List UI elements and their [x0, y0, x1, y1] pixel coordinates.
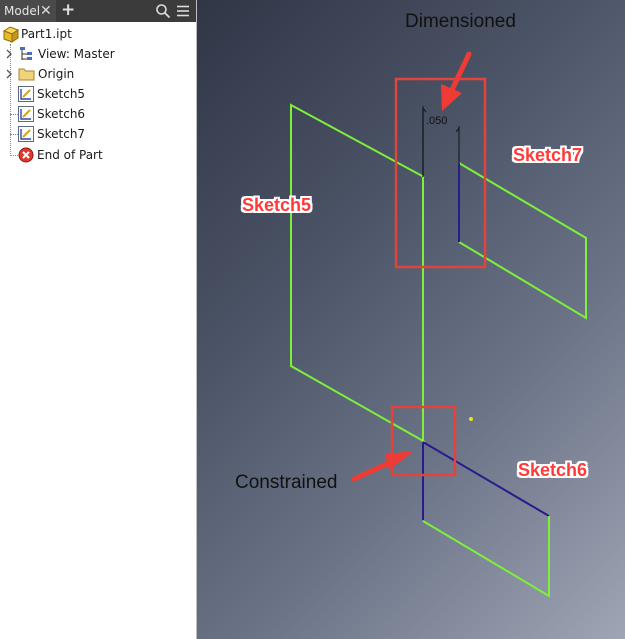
tree-item-sketch5[interactable]: Sketch5 — [0, 84, 196, 104]
search-icon[interactable] — [155, 3, 171, 19]
view-icon — [20, 47, 32, 60]
dimensioned-highlight-box — [394, 77, 487, 269]
sketch-icon — [18, 106, 34, 122]
sketch-icon — [18, 126, 34, 142]
tree-item-view-master[interactable]: View: Master — [0, 44, 196, 64]
close-icon[interactable]: ✕ — [40, 3, 52, 19]
sketch-geometry — [290, 51, 587, 598]
hamburger-menu-icon[interactable] — [176, 4, 190, 18]
tree-item-label: Sketch6 — [37, 107, 86, 121]
tree-item-label: End of Part — [37, 148, 103, 162]
graphics-viewport[interactable]: .050 Dimensioned Constrained Sketch5 Ske… — [197, 0, 625, 639]
sketch5-profile[interactable] — [290, 103, 426, 443]
model-browser-panel: Model ✕ + Part1.ipt View: Master Origin … — [0, 0, 197, 639]
tree-item-end-of-part[interactable]: End of Part — [0, 145, 196, 165]
tab-model[interactable]: Model ✕ — [0, 0, 56, 22]
annotation-dimensioned: Dimensioned — [405, 11, 516, 32]
folder-icon — [18, 68, 35, 81]
tree-item-origin[interactable]: Origin — [0, 64, 196, 84]
callout-sketch6: Sketch6 — [518, 460, 588, 480]
tree-item-label: Origin — [38, 67, 75, 81]
tree-item-label: Sketch5 — [37, 87, 86, 101]
add-tab-icon[interactable]: + — [61, 1, 75, 20]
sketch-icon — [18, 86, 34, 102]
end-of-part-icon — [18, 147, 34, 163]
sketch7-profile[interactable] — [458, 162, 587, 320]
callout-sketch5: Sketch5 — [242, 195, 312, 215]
browser-tab-bar: Model ✕ + — [0, 0, 196, 22]
chevron-right-icon[interactable] — [5, 69, 13, 79]
dimension-value[interactable]: .050 — [426, 115, 447, 127]
sketch6-profile[interactable] — [422, 516, 550, 598]
part-icon — [2, 26, 20, 43]
callout-sketch7: Sketch7 — [513, 145, 583, 165]
sketch-point[interactable] — [469, 417, 473, 421]
annotation-constrained: Constrained — [235, 472, 338, 493]
chevron-right-icon[interactable] — [5, 49, 13, 59]
dimensioned-arrow — [441, 51, 472, 111]
tree-item-label: Part1.ipt — [21, 27, 72, 41]
tab-model-label: Model — [4, 4, 41, 18]
tree-item-label: View: Master — [38, 47, 115, 61]
tree-item-sketch7[interactable]: Sketch7 — [0, 124, 196, 144]
tree-item-label: Sketch7 — [37, 127, 86, 141]
tree-item-part[interactable]: Part1.ipt — [0, 24, 196, 44]
tree-item-sketch6[interactable]: Sketch6 — [0, 104, 196, 124]
